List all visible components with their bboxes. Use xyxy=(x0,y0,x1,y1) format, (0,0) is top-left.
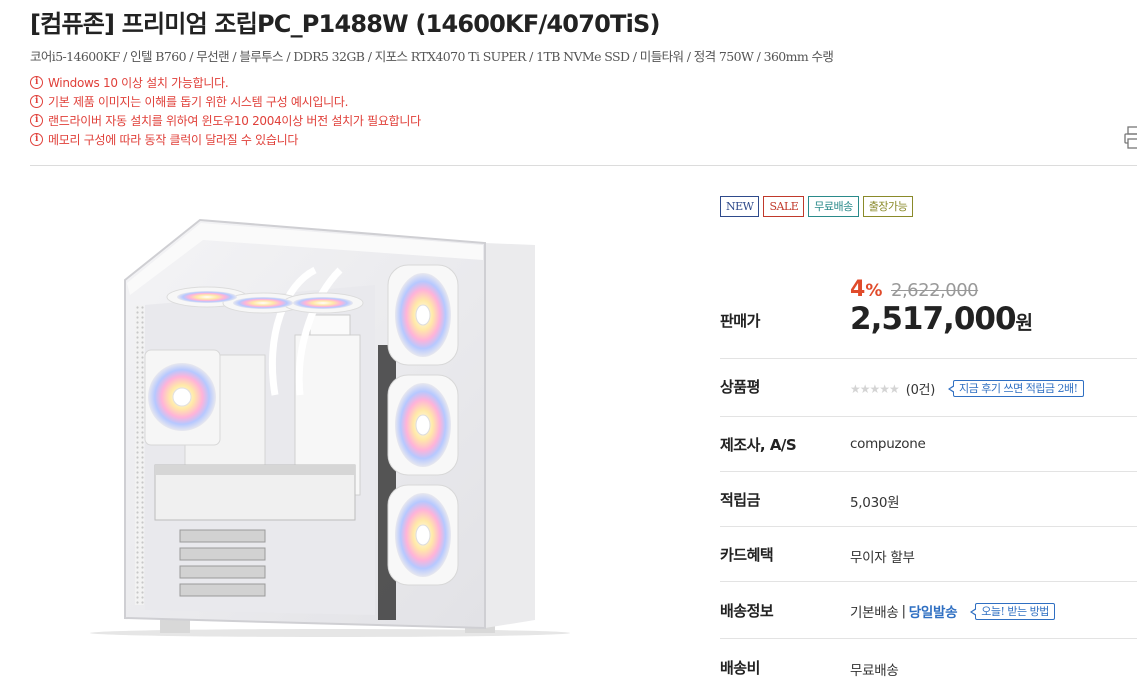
card-value: 무이자 할부 xyxy=(850,550,915,566)
notice-item: i 랜드라이버 자동 설치를 위하여 윈도우10 2004이상 버전 설치가 필… xyxy=(30,111,421,130)
product-title: [컴퓨존] 프리미엄 조립PC_P1488W (14600KF/4070TiS) xyxy=(30,10,660,38)
sameday-shipping-link[interactable]: 당일발송 xyxy=(909,601,958,621)
info-row-shipping-info: 배송정보 기본배송 | 당일발송 오늘! 받는 방법 xyxy=(720,581,1137,638)
sale-price-value: 2,517,000 xyxy=(850,301,1017,337)
currency-unit: 원 xyxy=(1015,312,1034,334)
print-icon[interactable] xyxy=(1124,126,1137,150)
info-circle-icon: i xyxy=(30,95,43,108)
points-value: 5,030원 xyxy=(850,495,900,511)
star-rating-icon: ★★★★★ xyxy=(850,381,900,396)
info-row-review: 상품평 ★★★★★ (0건) 지금 후기 쓰면 적립금 2배! xyxy=(720,358,1137,416)
info-circle-icon: i xyxy=(30,76,43,89)
sameday-howto-tip[interactable]: 오늘! 받는 방법 xyxy=(970,602,1055,620)
review-reward-tip[interactable]: 지금 후기 쓰면 적립금 2배! xyxy=(947,380,1084,397)
maker-value: compuzone xyxy=(850,436,926,452)
discount-unit: % xyxy=(865,281,883,301)
info-row-maker: 제조사, A/S compuzone xyxy=(720,416,1137,471)
discount-rate: 4% xyxy=(850,277,882,302)
badge-free-shipping: 무료배송 xyxy=(808,196,859,217)
notice-text: Windows 10 이상 설치 가능합니다. xyxy=(48,76,229,90)
badge-new: NEW xyxy=(720,196,760,217)
original-price: 2,622,000 xyxy=(891,280,979,301)
header-divider xyxy=(30,165,1137,166)
discount-value: 4 xyxy=(850,277,866,302)
price-label: 판매가 xyxy=(720,312,760,330)
notice-item: i 메모리 구성에 따라 동작 클럭이 달라질 수 있습니다 xyxy=(30,130,421,149)
shipping-separator: | xyxy=(901,603,906,619)
notice-list: i Windows 10 이상 설치 가능합니다. i 기본 제품 이미지는 이… xyxy=(30,73,421,149)
shipping-fee-value: 무료배송 xyxy=(850,663,899,679)
review-value: ★★★★★ (0건) 지금 후기 쓰면 적립금 2배! xyxy=(850,379,1084,398)
notice-text: 랜드라이버 자동 설치를 위하여 윈도우10 2004이상 버전 설치가 필요합… xyxy=(48,114,421,128)
shipping-info-value: 기본배송 | 당일발송 오늘! 받는 방법 xyxy=(850,601,1055,621)
notice-text: 메모리 구성에 따라 동작 클럭이 달라질 수 있습니다 xyxy=(48,133,299,147)
sale-price: 2,517,000원 xyxy=(850,301,1033,337)
shipping-fee-label: 배송비 xyxy=(720,659,760,677)
card-label: 카드혜택 xyxy=(720,546,774,564)
badge-sale: SALE xyxy=(763,196,805,217)
review-count[interactable]: (0건) xyxy=(906,379,935,398)
review-label: 상품평 xyxy=(720,378,760,396)
notice-text: 기본 제품 이미지는 이해를 돕기 위한 시스템 구성 예시입니다. xyxy=(48,95,349,109)
badge-visit-service: 출장가능 xyxy=(862,196,914,217)
spec-summary: 코어i5-14600KF / 인텔 B760 / 무선랜 / 블루투스 / DD… xyxy=(30,49,834,64)
maker-label: 제조사, A/S xyxy=(720,436,797,454)
info-row-card: 카드혜택 무이자 할부 xyxy=(720,526,1137,581)
notice-item: i Windows 10 이상 설치 가능합니다. xyxy=(30,73,421,92)
shipping-info-label: 배송정보 xyxy=(720,602,774,620)
info-row-shipping-fee: 배송비 무료배송 xyxy=(720,638,1137,684)
info-circle-icon: i xyxy=(30,133,43,146)
badge-list: NEW SALE 무료배송 출장가능 xyxy=(720,196,914,217)
info-circle-icon: i xyxy=(30,114,43,127)
product-image[interactable] xyxy=(85,215,575,640)
points-label: 적립금 xyxy=(720,491,760,509)
info-row-points: 적립금 5,030원 xyxy=(720,471,1137,526)
shipping-basic: 기본배송 xyxy=(850,605,899,621)
notice-item: i 기본 제품 이미지는 이해를 돕기 위한 시스템 구성 예시입니다. xyxy=(30,92,421,111)
